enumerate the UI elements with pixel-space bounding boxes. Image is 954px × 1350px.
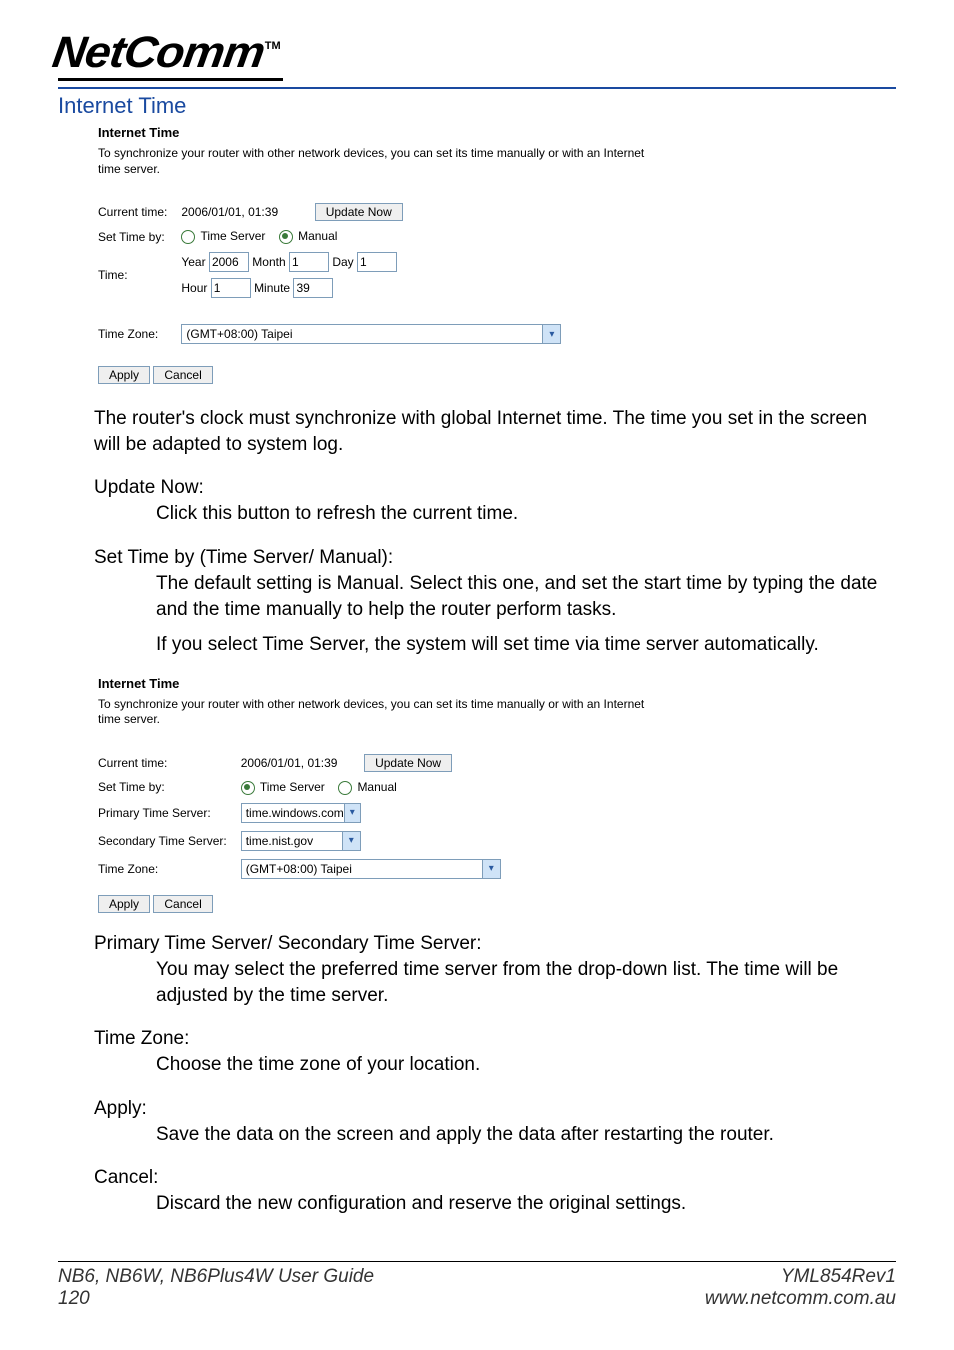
apply-button-2[interactable]: Apply [98,895,150,913]
radio-time-server-label: Time Server [200,229,265,243]
timezone-select[interactable]: (GMT+08:00) Taipei ▾ [181,324,561,344]
screenshot-timeserver: Internet Time To synchronize your router… [98,676,896,913]
primary-ts-select[interactable]: time.windows.com ▾ [241,803,361,823]
secondary-ts-value: time.nist.gov [246,834,313,848]
heading-cancel: Cancel: [94,1167,896,1189]
update-now-button-2[interactable]: Update Now [364,754,452,772]
timezone-value: (GMT+08:00) Taipei [186,327,292,341]
day-input[interactable] [357,252,397,272]
heading-update-now: Update Now: [94,477,896,499]
heading-time-servers: Primary Time Server/ Secondary Time Serv… [94,933,896,955]
panel-title: Internet Time [98,125,896,140]
year-input[interactable] [209,252,249,272]
desc-time-zone: Choose the time zone of your location. [156,1052,896,1078]
set-time-by-label-2: Set Time by: [98,776,241,799]
radio-manual-label-2: Manual [357,780,396,794]
time-label: Time: [98,248,181,302]
footer-doc-rev: YML854Rev1 [705,1266,896,1288]
radio-manual[interactable] [279,230,293,244]
desc-set-time-by-2: If you select Time Server, the system wi… [156,632,896,658]
primary-ts-value: time.windows.com [246,806,344,820]
year-label: Year [181,255,205,269]
trademark-symbol: TM [265,40,281,52]
page-footer: NB6, NB6W, NB6Plus4W User Guide 120 YML8… [58,1261,896,1310]
radio-manual-label: Manual [298,229,337,243]
primary-ts-label: Primary Time Server: [98,799,241,827]
current-time-label-2: Current time: [98,750,241,776]
radio-time-server-label-2: Time Server [260,780,325,794]
apply-button[interactable]: Apply [98,366,150,384]
chevron-down-icon: ▾ [542,325,560,343]
set-time-by-label: Set Time by: [98,225,181,248]
secondary-ts-label: Secondary Time Server: [98,827,241,855]
month-input[interactable] [289,252,329,272]
current-time-label: Current time: [98,199,181,225]
timezone-select-2[interactable]: (GMT+08:00) Taipei ▾ [241,859,501,879]
update-now-button[interactable]: Update Now [315,203,403,221]
cancel-button[interactable]: Cancel [153,366,212,384]
secondary-ts-select[interactable]: time.nist.gov ▾ [241,831,361,851]
section-title: Internet Time [58,93,896,119]
desc-apply: Save the data on the screen and apply th… [156,1122,896,1148]
header-rule [58,87,896,89]
footer-url: www.netcomm.com.au [705,1288,896,1310]
minute-label: Minute [254,281,290,295]
timezone-label-2: Time Zone: [98,855,241,883]
footer-page-number: 120 [58,1288,374,1310]
paragraph-intro: The router's clock must synchronize with… [94,406,896,457]
brand-logo: NetComm TM [58,28,896,78]
heading-apply: Apply: [94,1098,896,1120]
brand-wordmark: NetComm [49,28,267,78]
screenshot-manual: Internet Time To synchronize your router… [98,125,896,384]
panel-description-2: To synchronize your router with other ne… [98,697,658,728]
minute-input[interactable] [293,278,333,298]
heading-set-time-by: Set Time by (Time Server/ Manual): [94,547,896,569]
timezone-value-2: (GMT+08:00) Taipei [246,862,352,876]
heading-time-zone: Time Zone: [94,1028,896,1050]
cancel-button-2[interactable]: Cancel [153,895,212,913]
radio-manual-2[interactable] [338,781,352,795]
chevron-down-icon: ▾ [482,860,500,878]
chevron-down-icon: ▾ [344,804,360,822]
panel-description: To synchronize your router with other ne… [98,146,658,177]
current-time-value-2: 2006/01/01, 01:39 [241,756,361,770]
desc-update-now: Click this button to refresh the current… [156,501,896,527]
radio-time-server-2[interactable] [241,781,255,795]
radio-time-server[interactable] [181,230,195,244]
current-time-value: 2006/01/01, 01:39 [181,205,311,219]
hour-label: Hour [181,281,207,295]
desc-time-servers: You may select the preferred time server… [156,957,896,1008]
timezone-label: Time Zone: [98,320,181,348]
month-label: Month [252,255,285,269]
panel-title-2: Internet Time [98,676,896,691]
footer-guide-name: NB6, NB6W, NB6Plus4W User Guide [58,1266,374,1288]
logo-underline [58,78,283,81]
day-label: Day [332,255,353,269]
desc-cancel: Discard the new configuration and reserv… [156,1191,896,1217]
desc-set-time-by-1: The default setting is Manual. Select th… [156,571,896,622]
chevron-down-icon: ▾ [342,832,360,850]
hour-input[interactable] [211,278,251,298]
